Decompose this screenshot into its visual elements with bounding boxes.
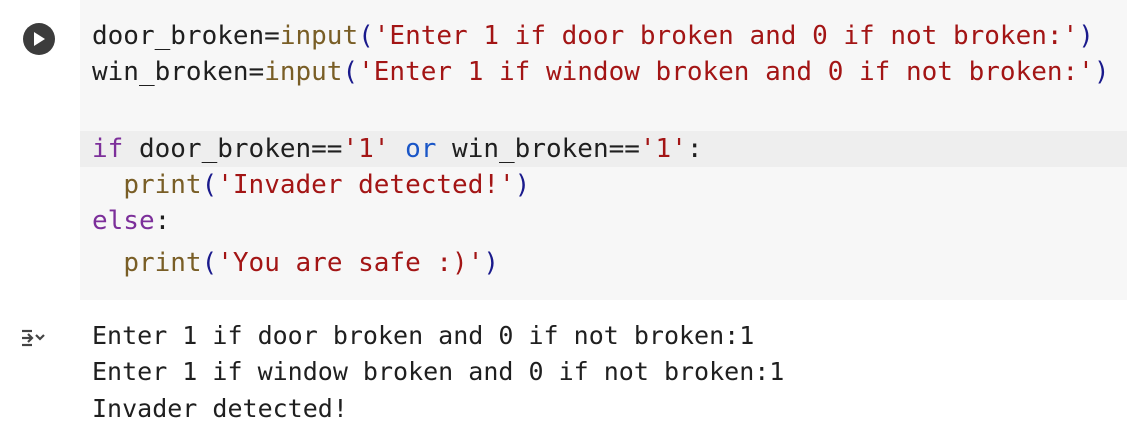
code-token: print — [123, 248, 202, 278]
code-token: 'You are safe :)' — [217, 248, 484, 278]
play-icon — [34, 32, 45, 46]
code-line: win_broken=input('Enter 1 if window brok… — [92, 54, 1110, 90]
code-token: : — [154, 206, 171, 236]
code-token: ) — [1078, 21, 1094, 51]
code-token: print — [123, 170, 202, 200]
code-line: print('Invader detected!') — [92, 167, 530, 203]
code-token: input — [279, 21, 359, 51]
code-token: : — [686, 134, 703, 164]
output-collapse-icon[interactable] — [18, 322, 50, 354]
code-token: '1' — [639, 134, 687, 164]
code-token: 'Invader detected!' — [217, 170, 515, 200]
cell-gutter — [0, 0, 80, 300]
code-token: door_broken== — [123, 134, 343, 164]
code-token: win_broken= — [92, 57, 265, 87]
code-line: print('You are safe :)') — [92, 245, 499, 281]
code-token: door_broken= — [92, 21, 280, 51]
code-token: ( — [201, 170, 218, 200]
output-line: Invader detected! — [92, 394, 348, 423]
code-token: or — [405, 134, 437, 164]
code-token: if — [92, 134, 124, 164]
output-line: Enter 1 if door broken and 0 if not brok… — [92, 321, 755, 350]
output-line: Enter 1 if window broken and 0 if not br… — [92, 357, 785, 386]
code-token: else — [92, 206, 155, 236]
code-token: ) — [483, 248, 500, 278]
notebook-code-cell: door_broken=input('Enter 1 if door broke… — [0, 0, 1127, 430]
code-line: else: — [92, 203, 170, 239]
code-token: 'Enter 1 if window broken and 0 if not b… — [358, 57, 1094, 87]
code-token: ) — [1093, 57, 1110, 87]
code-line: if door_broken=='1' or win_broken=='1': — [92, 131, 703, 167]
code-token: '1' — [342, 134, 390, 164]
code-token: 'Enter 1 if door broken and 0 if not bro… — [373, 21, 1079, 51]
code-token: win_broken== — [436, 134, 640, 164]
code-token: input — [264, 57, 343, 87]
code-token: ( — [201, 248, 218, 278]
code-token: ( — [342, 57, 359, 87]
code-token: ) — [514, 170, 531, 200]
code-line: door_broken=input('Enter 1 if door broke… — [92, 18, 1094, 54]
code-token: ( — [358, 21, 374, 51]
run-cell-button[interactable] — [23, 23, 55, 55]
